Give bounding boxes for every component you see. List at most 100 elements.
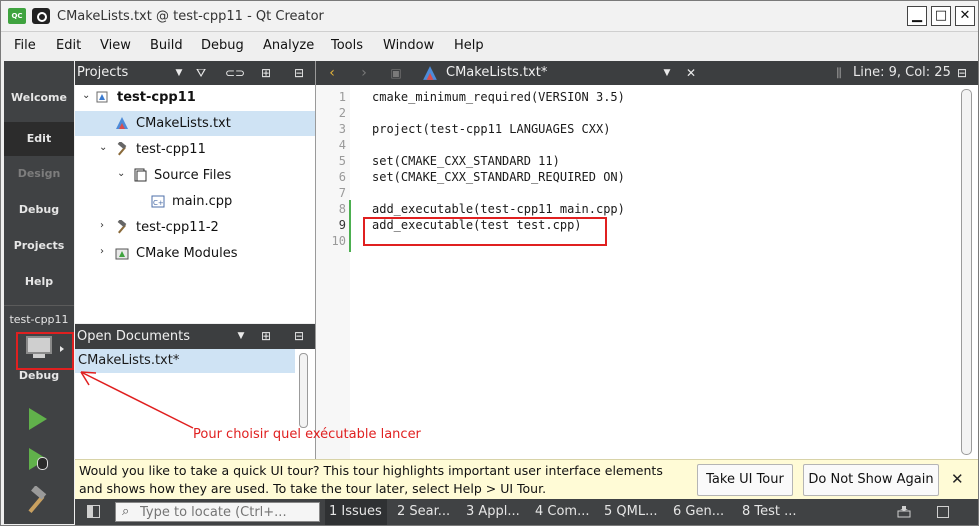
output-tab-general[interactable]: 6 Gen... bbox=[669, 499, 733, 525]
menu-analyze[interactable]: Analyze bbox=[263, 38, 314, 53]
split-editor-icon[interactable]: ⊟ bbox=[954, 65, 970, 81]
locator-input[interactable] bbox=[140, 504, 315, 520]
menu-tools[interactable]: Tools bbox=[331, 38, 363, 53]
tree-item-project[interactable]: ⌄ test-cpp11 bbox=[75, 85, 315, 110]
mode-selector-bar: Welcome Edit Design Debug Projects Help … bbox=[4, 61, 74, 524]
open-documents-scrollbar[interactable] bbox=[299, 353, 308, 428]
code-line[interactable]: cmake_minimum_required(VERSION 3.5) bbox=[372, 90, 625, 104]
output-tab-application[interactable]: 3 Appl... bbox=[462, 499, 526, 525]
line-number-current: 9 bbox=[338, 218, 346, 232]
build-hammer-icon[interactable] bbox=[24, 486, 54, 516]
tree-item-target[interactable]: ⌄ test-cpp11 bbox=[75, 137, 315, 162]
code-line[interactable]: set(CMAKE_CXX_STANDARD_REQUIRED ON) bbox=[372, 170, 625, 184]
mode-help[interactable]: Help bbox=[4, 275, 74, 295]
projects-pane-title[interactable]: Projects bbox=[77, 65, 128, 80]
window-title: CMakeLists.txt @ test-cpp11 - Qt Creator bbox=[57, 9, 324, 24]
close-pane-icon[interactable]: ⊟ bbox=[291, 65, 307, 81]
close-button[interactable]: ✕ bbox=[955, 6, 975, 26]
chevron-right-icon[interactable]: › bbox=[100, 247, 108, 257]
chevron-down-icon[interactable]: ⌄ bbox=[99, 143, 107, 153]
line-number: 8 bbox=[338, 202, 346, 216]
output-tab-compile[interactable]: 4 Com... bbox=[531, 499, 595, 525]
code-line[interactable]: add_executable(test-cpp11 main.cpp) bbox=[372, 202, 625, 216]
menu-help[interactable]: Help bbox=[454, 38, 484, 53]
split-marker-icon: ⫼ bbox=[836, 66, 842, 80]
menu-file[interactable]: File bbox=[14, 38, 36, 53]
menu-build[interactable]: Build bbox=[150, 38, 183, 53]
annotation-arrow-icon bbox=[80, 371, 194, 429]
do-not-show-again-button[interactable]: Do Not Show Again bbox=[803, 464, 939, 496]
chevron-down-icon[interactable]: ▼ bbox=[171, 65, 187, 81]
menu-edit[interactable]: Edit bbox=[56, 38, 81, 53]
output-tab-qml[interactable]: 5 QML... bbox=[600, 499, 664, 525]
split-icon[interactable]: ⊞ bbox=[258, 328, 274, 344]
cursor-position[interactable]: Line: 9, Col: 25 bbox=[853, 65, 951, 80]
editor-tab-title[interactable]: CMakeLists.txt* bbox=[446, 65, 547, 80]
tree-item-label: test-cpp11 bbox=[117, 90, 196, 105]
filter-icon[interactable]: ⛛ bbox=[193, 65, 209, 81]
tree-item-label: CMakeLists.txt bbox=[136, 116, 231, 131]
minimize-button[interactable]: ▁ bbox=[907, 6, 927, 26]
menu-view[interactable]: View bbox=[100, 38, 131, 53]
progress-details-icon[interactable] bbox=[897, 505, 911, 519]
maximize-button[interactable]: □ bbox=[931, 6, 951, 26]
locator-box[interactable]: ⌕ bbox=[115, 502, 320, 522]
cmake-modules-icon bbox=[115, 248, 129, 260]
line-number: 10 bbox=[331, 234, 346, 248]
editor-scrollbar[interactable] bbox=[961, 89, 972, 455]
code-editor[interactable]: 1 2 3 4 5 6 7 8 9 10 cmake_minimum_requi… bbox=[316, 85, 978, 459]
cmake-file-icon bbox=[423, 66, 437, 80]
output-tab-test[interactable]: 8 Test ... bbox=[738, 499, 810, 525]
mode-debug[interactable]: Debug bbox=[4, 203, 74, 223]
qt-creator-app-icon[interactable]: QC bbox=[8, 8, 26, 24]
line-number: 6 bbox=[338, 170, 346, 184]
take-ui-tour-button[interactable]: Take UI Tour bbox=[697, 464, 793, 496]
back-arrow-icon[interactable]: ‹ bbox=[324, 65, 340, 81]
title-bar: QC CMakeLists.txt @ test-cpp11 - Qt Crea… bbox=[1, 1, 978, 32]
forward-arrow-icon[interactable]: › bbox=[356, 65, 372, 81]
tree-item-label: main.cpp bbox=[172, 194, 233, 209]
line-number: 2 bbox=[338, 106, 346, 120]
tree-item-cmakelists[interactable]: CMakeLists.txt bbox=[75, 111, 315, 136]
open-documents-title[interactable]: Open Documents bbox=[77, 329, 190, 344]
projects-tree: ⌄ test-cpp11 CMakeLists.txt ⌄ test-cpp11… bbox=[75, 85, 315, 323]
chevron-down-icon[interactable]: ⌄ bbox=[82, 91, 90, 101]
ui-tour-message: Would you like to take a quick UI tour? … bbox=[79, 463, 663, 496]
cpp-file-icon: C+ bbox=[151, 195, 165, 208]
chevron-down-icon[interactable]: ▼ bbox=[233, 328, 249, 344]
mode-projects[interactable]: Projects bbox=[4, 239, 74, 259]
line-number-gutter: 1 2 3 4 5 6 7 8 9 10 bbox=[316, 85, 350, 459]
toggle-sidebar-icon[interactable] bbox=[87, 505, 100, 518]
line-number: 1 bbox=[338, 90, 346, 104]
mode-design: Design bbox=[17, 167, 61, 180]
close-icon[interactable]: ✕ bbox=[951, 470, 964, 488]
run-button-icon[interactable] bbox=[29, 408, 47, 430]
link-icon[interactable]: ⊂⊃ bbox=[225, 65, 245, 81]
tree-item-source-files[interactable]: ⌄ Source Files bbox=[75, 163, 315, 188]
tree-item-main-cpp[interactable]: C+ main.cpp bbox=[75, 189, 315, 214]
mode-edit[interactable]: Edit bbox=[4, 122, 74, 156]
output-tab-search[interactable]: 2 Sear... bbox=[393, 499, 457, 525]
tree-item-target-2[interactable]: › test-cpp11-2 bbox=[75, 215, 315, 240]
output-tab-issues[interactable]: 1 Issues bbox=[325, 499, 387, 525]
close-document-icon[interactable]: ✕ bbox=[683, 65, 699, 81]
annotation-text: Pour choisir quel exécutable lancer bbox=[193, 427, 421, 442]
tree-item-label: test-cpp11 bbox=[136, 142, 206, 157]
projects-pane-header: Projects ▼ ⛛ ⊂⊃ ⊞ ⊟ bbox=[75, 61, 315, 85]
menu-window[interactable]: Window bbox=[383, 38, 434, 53]
toggle-output-pane-icon[interactable] bbox=[937, 506, 949, 518]
close-pane-icon[interactable]: ⊟ bbox=[291, 328, 307, 344]
lock-icon: ▣ bbox=[390, 66, 402, 80]
modified-lines-marker bbox=[349, 200, 351, 252]
code-line[interactable]: set(CMAKE_CXX_STANDARD 11) bbox=[372, 154, 560, 168]
menu-debug[interactable]: Debug bbox=[201, 38, 244, 53]
tree-item-cmake-modules[interactable]: › CMake Modules bbox=[75, 241, 315, 266]
chevron-down-icon[interactable]: ⌄ bbox=[117, 169, 125, 179]
mode-welcome[interactable]: Welcome bbox=[4, 91, 74, 115]
code-line[interactable]: project(test-cpp11 LANGUAGES CXX) bbox=[372, 122, 610, 136]
chevron-right-icon[interactable]: › bbox=[100, 221, 108, 231]
tree-item-label: test-cpp11-2 bbox=[136, 220, 219, 235]
chevron-down-icon[interactable]: ▼ bbox=[659, 65, 675, 81]
split-icon[interactable]: ⊞ bbox=[258, 65, 274, 81]
target-hammer-icon bbox=[117, 220, 127, 234]
